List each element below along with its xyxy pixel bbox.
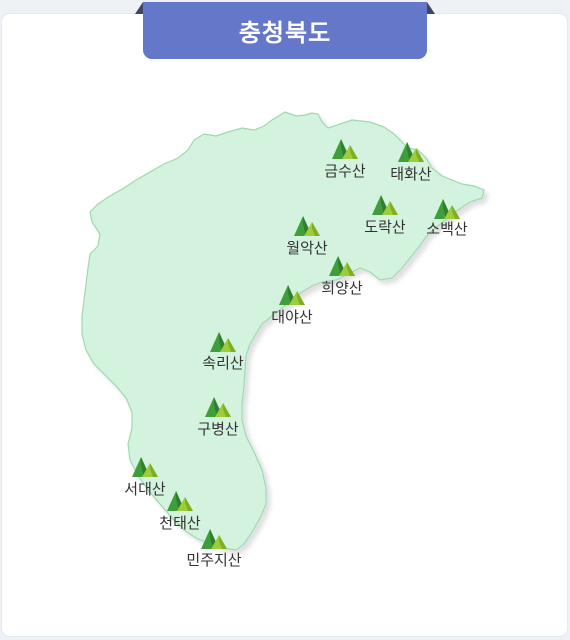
- mountain-label[interactable]: 희양산: [321, 279, 362, 297]
- mountain-icon: [329, 256, 355, 276]
- mountain-label[interactable]: 월악산: [286, 239, 327, 257]
- mountain-icon: [210, 332, 236, 352]
- mountain-label[interactable]: 구병산: [197, 420, 238, 438]
- mountain-icon: [279, 285, 305, 305]
- mountain-label[interactable]: 금수산: [324, 162, 365, 180]
- mountain-icon: [205, 397, 231, 417]
- mountain-label[interactable]: 천태산: [159, 514, 200, 532]
- mountain-icon: [294, 216, 320, 236]
- mountain-label[interactable]: 서대산: [124, 480, 165, 498]
- mountain-label[interactable]: 대야산: [271, 308, 312, 326]
- mountain-label[interactable]: 속리산: [202, 354, 243, 372]
- mountain-icon: [167, 491, 193, 511]
- mountain-icon: [434, 199, 460, 219]
- mountain-icon: [201, 529, 227, 549]
- mountain-icon: [332, 139, 358, 159]
- mountain-label[interactable]: 태화산: [390, 165, 431, 183]
- mountain-label[interactable]: 민주지산: [186, 551, 241, 569]
- mountain-icon: [398, 142, 424, 162]
- mountain-label[interactable]: 소백산: [426, 220, 467, 238]
- mountain-icon: [372, 195, 398, 215]
- mountain-icon: [132, 457, 158, 477]
- mountain-label[interactable]: 도락산: [364, 218, 405, 236]
